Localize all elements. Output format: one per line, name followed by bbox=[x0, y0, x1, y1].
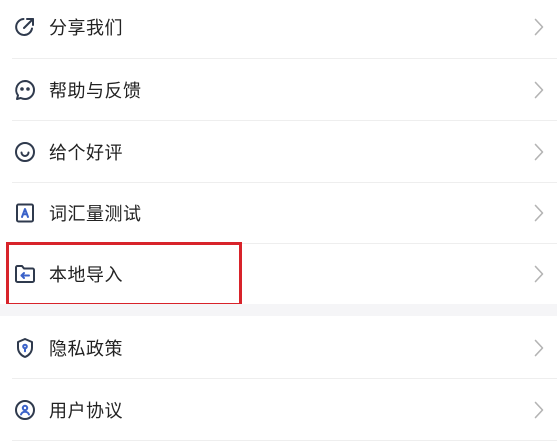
divider bbox=[12, 440, 557, 441]
chevron-right-icon bbox=[532, 203, 546, 223]
smile-icon bbox=[13, 140, 37, 164]
chevron-right-icon bbox=[532, 17, 546, 37]
menu-item-label: 隐私政策 bbox=[49, 338, 123, 360]
user-agreement-icon bbox=[13, 398, 37, 422]
menu-item-label: 用户协议 bbox=[49, 400, 123, 422]
menu-item-local-import[interactable]: 本地导入 bbox=[0, 243, 557, 304]
menu-item-share[interactable]: 分享我们 bbox=[0, 0, 557, 57]
chevron-right-icon bbox=[532, 338, 546, 358]
chevron-right-icon bbox=[532, 400, 546, 420]
menu-item-label: 给个好评 bbox=[49, 142, 123, 164]
chevron-right-icon bbox=[532, 80, 546, 100]
share-icon bbox=[13, 15, 37, 39]
menu-item-user-agreement[interactable]: 用户协议 bbox=[0, 379, 557, 440]
menu-item-help-feedback[interactable]: 帮助与反馈 bbox=[0, 59, 557, 120]
menu-item-label: 帮助与反馈 bbox=[49, 80, 142, 102]
chevron-right-icon bbox=[532, 142, 546, 162]
menu-item-label: 词汇量测试 bbox=[49, 203, 142, 225]
privacy-shield-icon bbox=[13, 336, 37, 360]
section-gap bbox=[0, 304, 557, 316]
menu-item-rate-us[interactable]: 给个好评 bbox=[0, 121, 557, 182]
folder-import-icon bbox=[13, 262, 37, 286]
menu-item-vocab-test[interactable]: 词汇量测试 bbox=[0, 182, 557, 243]
menu-item-privacy-policy[interactable]: 隐私政策 bbox=[0, 317, 557, 378]
vocab-test-icon bbox=[13, 201, 37, 225]
menu-item-label: 分享我们 bbox=[49, 17, 123, 39]
feedback-icon bbox=[13, 78, 37, 102]
chevron-right-icon bbox=[532, 264, 546, 284]
menu-item-label: 本地导入 bbox=[49, 264, 123, 286]
